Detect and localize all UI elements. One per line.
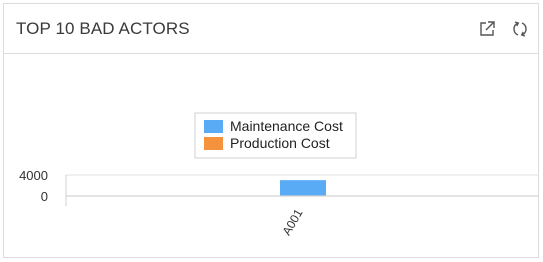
x-tick-label: A001 bbox=[279, 206, 305, 238]
legend-swatch bbox=[204, 137, 223, 150]
bar-maintenance-cost-a001[interactable] bbox=[280, 180, 326, 196]
legend-swatch bbox=[204, 120, 223, 133]
y-tick-label: 4000 bbox=[19, 168, 48, 183]
legend-label[interactable]: Production Cost bbox=[230, 135, 330, 151]
y-tick-label: 0 bbox=[41, 189, 48, 204]
bar-chart: 0 4000 A001 Maintenance CostProduction Cost bbox=[19, 112, 539, 238]
legend-label[interactable]: Maintenance Cost bbox=[230, 118, 343, 134]
